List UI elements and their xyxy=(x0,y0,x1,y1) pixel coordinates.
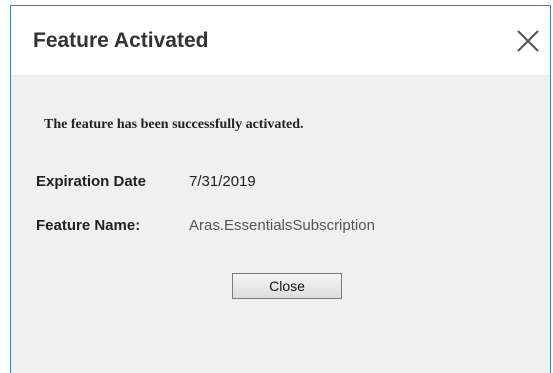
expiration-date-row: Expiration Date 7/31/2019 xyxy=(36,173,256,190)
close-button[interactable]: Close xyxy=(232,273,342,299)
success-message: The feature has been successfully activa… xyxy=(44,117,304,132)
expiration-date-label: Expiration Date xyxy=(36,173,147,190)
feature-name-value: Aras.EssentialsSubscription xyxy=(189,217,375,234)
feature-name-row: Feature Name: Aras.EssentialsSubscriptio… xyxy=(36,217,375,234)
feature-activated-dialog: Feature Activated The feature has been s… xyxy=(10,5,551,373)
dialog-title: Feature Activated xyxy=(33,29,209,52)
feature-name-label: Feature Name: xyxy=(36,217,141,234)
expiration-date-value: 7/31/2019 xyxy=(189,173,256,190)
dialog-titlebar: Feature Activated xyxy=(11,6,550,76)
dialog-content: The feature has been successfully activa… xyxy=(11,76,550,373)
close-icon[interactable] xyxy=(515,28,541,54)
